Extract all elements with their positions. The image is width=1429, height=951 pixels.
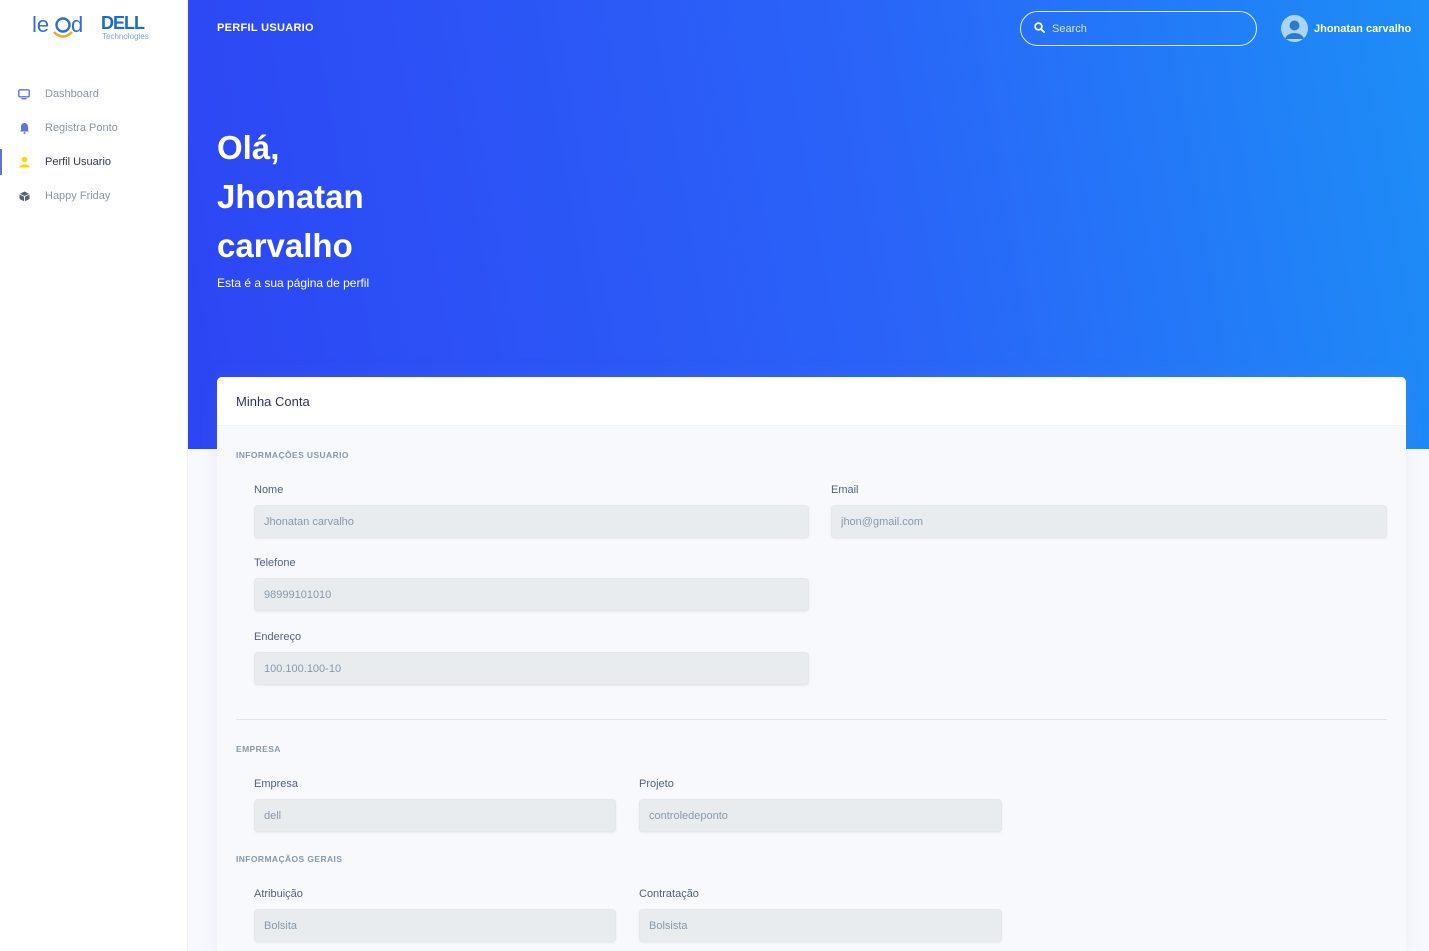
nome-label: Nome xyxy=(254,484,284,496)
projeto-field[interactable] xyxy=(639,799,1002,832)
sidebar: le d DELL Technologies Dashboard Registr… xyxy=(0,0,188,951)
svg-text:d: d xyxy=(71,12,83,37)
sidebar-item-label: Perfil Usuario xyxy=(45,156,112,168)
sidebar-item-perfil-usuario[interactable]: Perfil Usuario xyxy=(0,145,188,179)
telefone-field[interactable] xyxy=(254,578,809,611)
nome-field[interactable] xyxy=(254,505,809,538)
svg-text:DELL: DELL xyxy=(101,13,145,33)
section-title-user-info: INFORMAÇÕES USUARIO xyxy=(236,450,349,460)
section-title-general: INFORMAÇÃOS GERAIS xyxy=(236,854,343,864)
brand-logo[interactable]: le d DELL Technologies xyxy=(32,10,162,44)
search-icon xyxy=(1034,20,1045,38)
contratacao-field[interactable] xyxy=(639,909,1002,942)
search-box[interactable] xyxy=(1020,11,1257,46)
endereco-field[interactable] xyxy=(254,652,809,685)
contratacao-label: Contratação xyxy=(639,888,699,900)
card-title: Minha Conta xyxy=(217,377,1406,426)
sidebar-item-label: Happy Friday xyxy=(45,190,111,202)
box-icon xyxy=(18,190,30,202)
section-title-company: EMPRESA xyxy=(236,744,281,754)
sidebar-item-label: Dashboard xyxy=(45,88,99,100)
monitor-icon xyxy=(18,88,30,100)
greeting-line: Jhonatan xyxy=(217,178,364,215)
avatar-icon xyxy=(1281,15,1308,42)
greeting-heading: Olá, Jhonatan carvalho xyxy=(217,123,364,270)
user-menu[interactable]: Jhonatan carvalho xyxy=(1281,15,1411,42)
bell-icon xyxy=(18,122,30,134)
sidebar-item-label: Registra Ponto xyxy=(45,122,118,134)
avatar xyxy=(1281,15,1308,42)
greeting-line: carvalho xyxy=(217,227,353,264)
user-name: Jhonatan carvalho xyxy=(1314,22,1412,35)
user-icon xyxy=(18,156,30,168)
sidebar-nav: Dashboard Registra Ponto Perfil Usuario … xyxy=(0,77,188,213)
page-title[interactable]: PERFIL USUARIO xyxy=(217,22,314,34)
atribuicao-field[interactable] xyxy=(254,909,616,942)
atribuicao-label: Atribuição xyxy=(254,888,303,900)
svg-text:le: le xyxy=(32,12,49,37)
sidebar-item-happy-friday[interactable]: Happy Friday xyxy=(0,179,188,213)
endereco-label: Endereço xyxy=(254,631,302,643)
svg-text:Technologies: Technologies xyxy=(102,32,149,41)
email-field[interactable] xyxy=(831,505,1387,538)
greeting-subtitle: Esta é a sua página de perfil xyxy=(217,276,370,290)
greeting-line: Olá, xyxy=(217,129,280,166)
telefone-label: Telefone xyxy=(254,557,296,569)
projeto-label: Projeto xyxy=(639,778,674,790)
section-divider xyxy=(236,719,1387,720)
account-card: Minha Conta INFORMAÇÕES USUARIO Nome Ema… xyxy=(217,377,1406,951)
sidebar-item-registra-ponto[interactable]: Registra Ponto xyxy=(0,111,188,145)
search-input[interactable] xyxy=(1052,22,1242,35)
empresa-field[interactable] xyxy=(254,799,616,832)
sidebar-item-dashboard[interactable]: Dashboard xyxy=(0,77,188,111)
empresa-label: Empresa xyxy=(254,778,299,790)
email-label: Email xyxy=(831,484,859,496)
lead-dell-logo: le d DELL Technologies xyxy=(32,12,149,41)
